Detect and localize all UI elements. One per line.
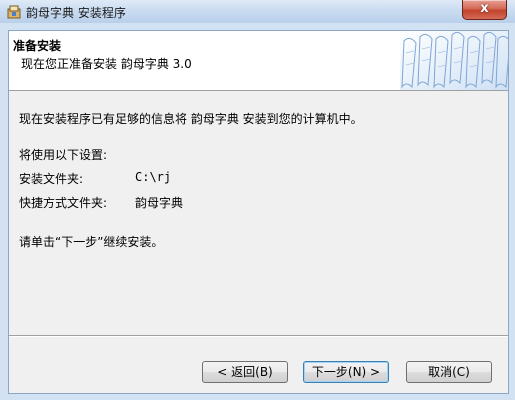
installer-icon	[7, 5, 21, 19]
header-graphic-icon	[400, 31, 508, 90]
cancel-button[interactable]: 取消(C)	[406, 361, 492, 383]
page-subtitle: 现在您正准备安装 韵母字典 3.0	[21, 57, 192, 71]
wizard-header: 准备安装 现在您正准备安装 韵母字典 3.0	[9, 31, 508, 91]
install-folder-value: C:\rj	[135, 170, 172, 184]
shortcut-folder-label: 快捷方式文件夹:	[19, 196, 108, 210]
continue-hint: 请单击“下一步”继续安装。	[19, 235, 164, 249]
title-bar: 韵母字典 安装程序 x	[0, 0, 515, 23]
next-button[interactable]: 下一步(N) >	[303, 361, 389, 383]
page-title: 准备安装	[13, 39, 62, 53]
back-button[interactable]: < 返回(B)	[202, 361, 288, 383]
settings-heading: 将使用以下设置:	[19, 148, 108, 162]
close-icon: x	[480, 1, 489, 16]
install-folder-label: 安装文件夹:	[19, 172, 84, 186]
footer-separator	[9, 335, 508, 337]
close-button[interactable]: x	[462, 0, 507, 20]
intro-text: 现在安装程序已有足够的信息将 韵母字典 安装到您的计算机中。	[19, 112, 363, 126]
shortcut-folder-value: 韵母字典	[135, 196, 184, 210]
window-title: 韵母字典 安装程序	[26, 6, 126, 20]
wizard-panel: 准备安装 现在您正准备安装 韵母字典 3.0 现在安装程序已有足够的信息将 韵母…	[8, 30, 509, 394]
